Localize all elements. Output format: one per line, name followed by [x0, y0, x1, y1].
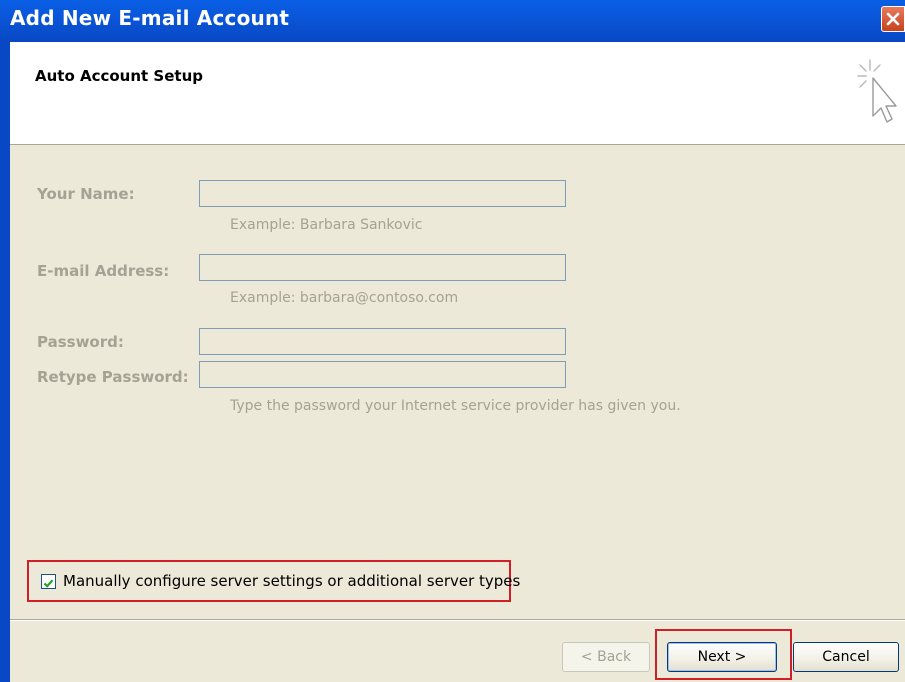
title-bar[interactable]: Add New E-mail Account — [0, 0, 905, 42]
email-field — [199, 254, 566, 281]
window-title: Add New E-mail Account — [10, 6, 290, 30]
manual-config-checkbox[interactable] — [41, 574, 56, 589]
wizard-header: Auto Account Setup — [10, 42, 905, 145]
password-label: Password: — [37, 333, 124, 351]
close-icon — [886, 12, 900, 26]
setup-cursor-icon — [857, 59, 897, 123]
cancel-button[interactable]: Cancel — [793, 642, 899, 672]
manual-config-highlight: Manually configure server settings or ad… — [27, 560, 520, 602]
back-button[interactable]: < Back — [562, 642, 650, 672]
close-button[interactable] — [881, 6, 905, 32]
your-name-field — [199, 180, 566, 207]
retype-password-label: Retype Password: — [37, 368, 189, 386]
checkmark-icon — [43, 579, 54, 588]
email-label: E-mail Address: — [37, 262, 170, 280]
retype-password-field — [199, 361, 566, 388]
your-name-label: Your Name: — [37, 185, 135, 203]
password-hint: Type the password your Internet service … — [230, 398, 681, 414]
window-frame — [0, 42, 10, 682]
next-button[interactable]: Next > — [667, 642, 777, 672]
your-name-hint: Example: Barbara Sankovic — [230, 217, 423, 233]
page-title: Auto Account Setup — [35, 67, 203, 85]
button-separator — [10, 619, 905, 621]
manual-config-label[interactable]: Manually configure server settings or ad… — [63, 572, 520, 590]
email-hint: Example: barbara@contoso.com — [230, 290, 459, 306]
password-field — [199, 328, 566, 355]
